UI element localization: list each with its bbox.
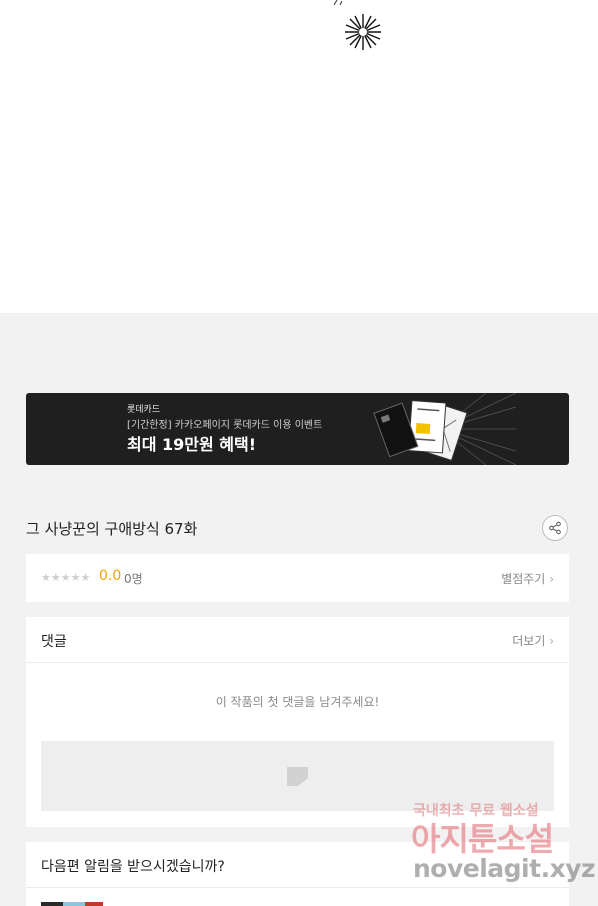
promo-banner[interactable]: 롯데카드 [기간한정] 카카오페이지 롯데카드 이용 이벤트 최대 19만원 혜…	[26, 393, 569, 465]
comic-panel	[0, 0, 598, 313]
comments-more-label: 더보기	[512, 634, 546, 648]
rating-stars: ★★★★★	[41, 571, 91, 584]
share-icon	[549, 521, 561, 535]
chevron-right-icon: ›	[549, 572, 554, 586]
image-placeholder-icon	[287, 767, 308, 786]
episode-title: 그 사냥꾼의 구애방식 67화	[26, 520, 198, 538]
rating-score: 0.0	[99, 568, 122, 584]
comments-more-link[interactable]: 더보기 ›	[512, 632, 554, 649]
chevron-right-icon: ›	[549, 634, 554, 648]
banner-card-illustration	[373, 393, 516, 465]
comments-section: 댓글 더보기 › 이 작품의 첫 댓글을 남겨주세요!	[26, 617, 569, 827]
rating-count: 0명	[124, 572, 143, 586]
comment-input-area[interactable]	[41, 741, 554, 811]
divider	[26, 662, 569, 663]
rating-card: ★★★★★ 0.0 0명 별점주기 ›	[26, 554, 569, 602]
banner-subtitle: [기간한정] 카카오페이지 롯데카드 이용 이벤트	[127, 420, 323, 431]
divider	[26, 887, 569, 888]
sparkle-fragment	[333, 0, 343, 6]
share-button[interactable]	[542, 515, 568, 541]
comments-empty-message: 이 작품의 첫 댓글을 남겨주세요!	[215, 695, 380, 709]
next-episode-notify: 다음편 알림을 받으시겠습니까?	[26, 842, 569, 906]
sparkle-drawing	[345, 14, 381, 50]
next-episode-thumbnail[interactable]	[41, 902, 103, 906]
banner-headline: 최대 19만원 혜택!	[127, 435, 257, 454]
rate-button[interactable]: 별점주기 ›	[501, 570, 554, 587]
comments-title: 댓글	[41, 634, 67, 650]
notify-title: 다음편 알림을 받으시겠습니까?	[41, 859, 225, 875]
banner-brand: 롯데카드	[127, 405, 161, 415]
rate-button-label: 별점주기	[501, 572, 546, 586]
